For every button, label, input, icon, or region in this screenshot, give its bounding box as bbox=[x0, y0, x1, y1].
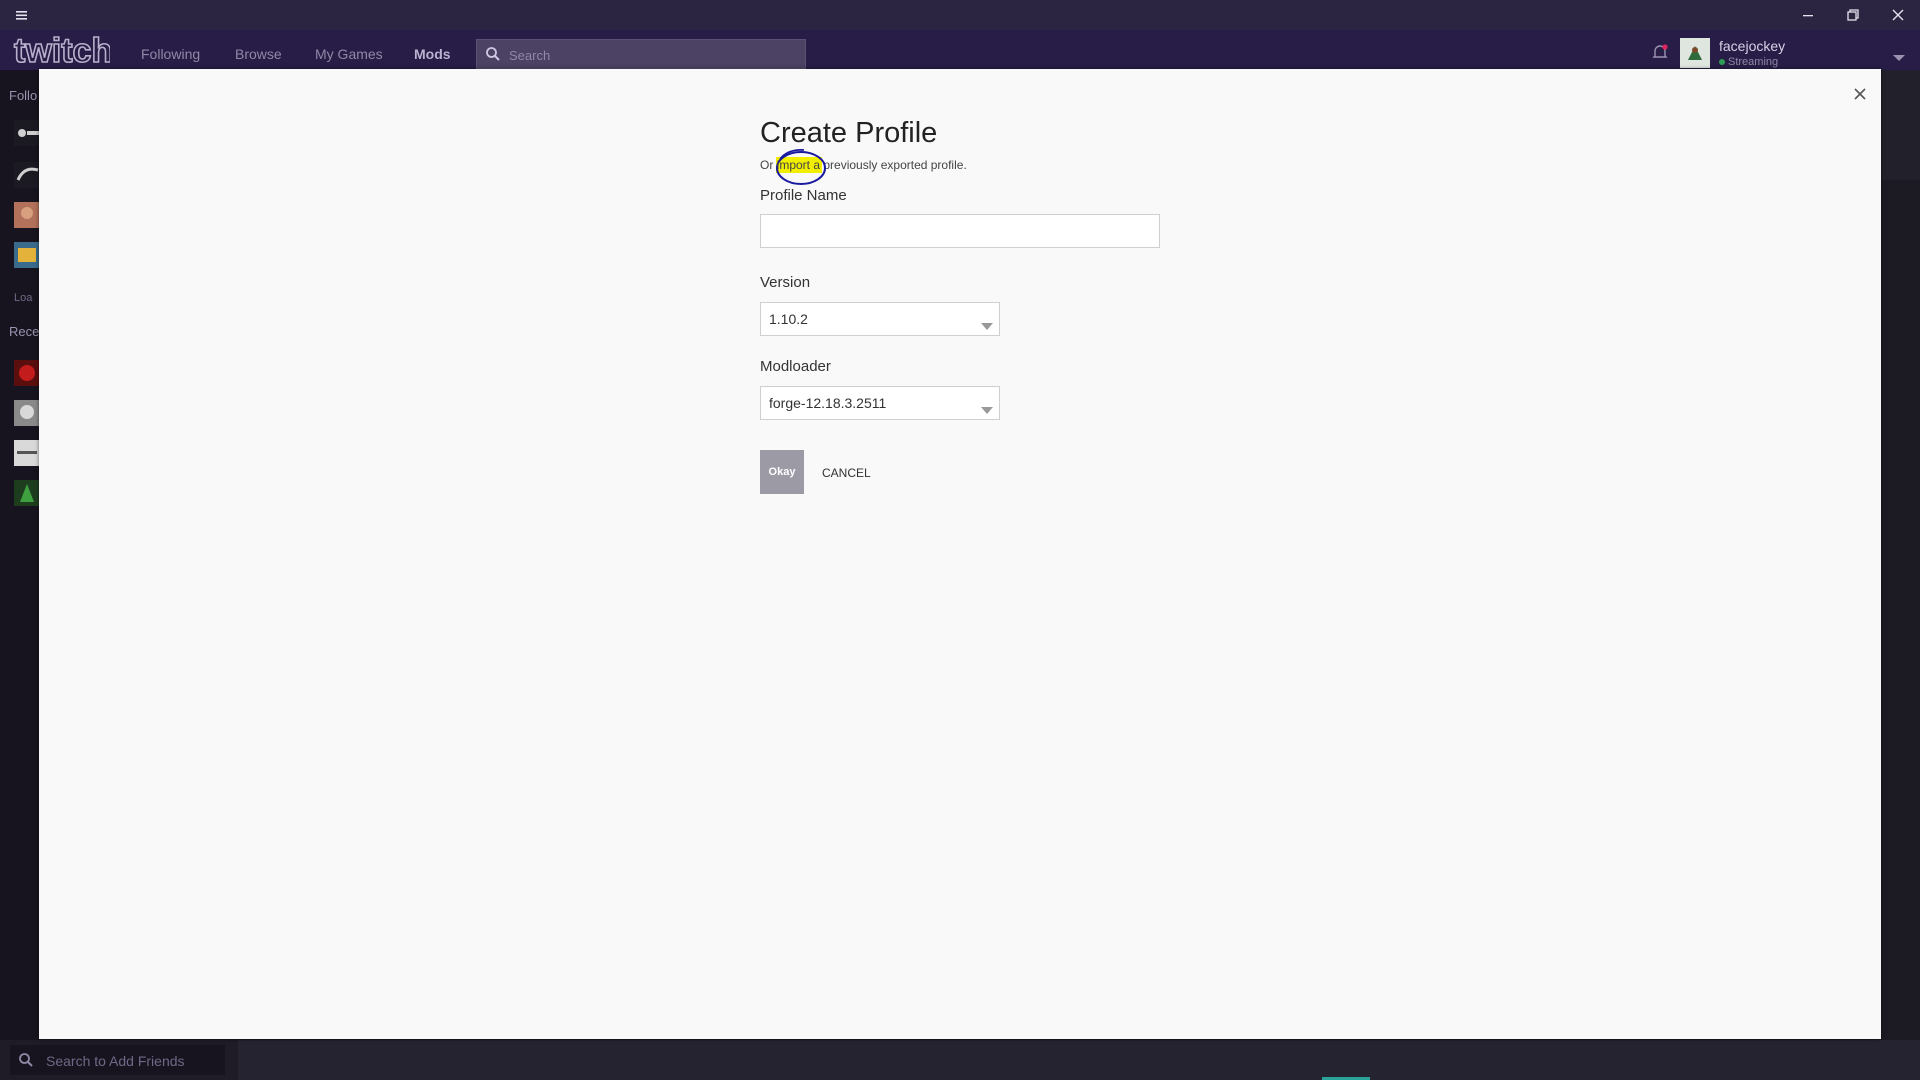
profile-name-label: Profile Name bbox=[760, 187, 847, 204]
search-icon bbox=[485, 46, 501, 62]
friends-bar-area bbox=[238, 1040, 1920, 1080]
username[interactable]: facejockey bbox=[1719, 38, 1785, 54]
import-link-label: import a bbox=[776, 158, 821, 172]
subtitle-suffix: previously exported profile. bbox=[820, 158, 967, 172]
chevron-down-icon bbox=[981, 401, 993, 414]
status-indicator-icon bbox=[1719, 59, 1725, 65]
recent-game-thumbnail[interactable] bbox=[14, 480, 40, 506]
minimize-icon[interactable] bbox=[1798, 5, 1818, 25]
modloader-value: forge-12.18.3.2511 bbox=[769, 395, 887, 411]
recent-game-thumbnail[interactable] bbox=[14, 440, 40, 466]
recent-game-thumbnail[interactable] bbox=[14, 400, 40, 426]
menu-icon[interactable] bbox=[14, 7, 30, 23]
version-select[interactable]: 1.10.2 bbox=[760, 302, 1000, 336]
svg-text:twitch: twitch bbox=[14, 32, 110, 70]
sidebar-following-label: Follo bbox=[9, 88, 38, 103]
user-status: Streaming bbox=[1728, 56, 1779, 68]
search-input[interactable] bbox=[507, 40, 801, 70]
nav-browse[interactable]: Browse bbox=[235, 46, 282, 62]
chevron-down-icon[interactable] bbox=[1892, 50, 1906, 61]
sidebar-recent-label: Rece bbox=[9, 324, 40, 339]
content-panel bbox=[1880, 180, 1920, 1040]
search-icon bbox=[18, 1052, 34, 1068]
import-profile-link[interactable]: import a bbox=[775, 157, 822, 173]
modloader-label: Modloader bbox=[760, 358, 831, 375]
followed-channel-thumbnail[interactable] bbox=[14, 120, 40, 146]
twitch-logo[interactable]: twitch bbox=[12, 31, 113, 71]
modal-title: Create Profile bbox=[760, 117, 938, 149]
profile-name-input[interactable] bbox=[760, 214, 1160, 248]
nav-my-games[interactable]: My Games bbox=[315, 46, 383, 62]
content-background bbox=[1880, 70, 1920, 1040]
okay-button[interactable]: Okay bbox=[760, 450, 804, 494]
notification-bell-icon[interactable] bbox=[1650, 42, 1670, 62]
restore-icon[interactable] bbox=[1843, 5, 1863, 25]
friends-bar bbox=[0, 1040, 1920, 1080]
chevron-down-icon bbox=[981, 317, 993, 330]
window-titlebar bbox=[0, 0, 1920, 30]
modal-subtitle: Or import a previously exported profile. bbox=[760, 157, 967, 173]
nav-mods[interactable]: Mods bbox=[414, 46, 451, 62]
followed-channel-thumbnail[interactable] bbox=[14, 202, 40, 228]
modloader-select[interactable]: forge-12.18.3.2511 bbox=[760, 386, 1000, 420]
cancel-button[interactable]: CANCEL bbox=[822, 466, 871, 480]
close-window-icon[interactable] bbox=[1888, 5, 1908, 25]
followed-channel-thumbnail[interactable] bbox=[14, 162, 40, 188]
recent-game-thumbnail[interactable] bbox=[14, 360, 40, 386]
create-profile-modal: Create Profile Or import a previously ex… bbox=[39, 69, 1881, 1039]
close-icon[interactable] bbox=[1849, 83, 1871, 105]
followed-channel-thumbnail[interactable] bbox=[14, 242, 40, 268]
top-nav: twitch Following Browse My Games Mods fa… bbox=[0, 30, 1920, 71]
friends-search-input[interactable] bbox=[44, 1049, 218, 1073]
version-value: 1.10.2 bbox=[769, 311, 808, 327]
search-bar[interactable] bbox=[476, 39, 806, 70]
following-sidebar: Follo Loa Rece bbox=[0, 70, 40, 1040]
nav-following[interactable]: Following bbox=[141, 46, 200, 62]
version-label: Version bbox=[760, 274, 811, 291]
friends-search[interactable] bbox=[10, 1045, 225, 1075]
sidebar-loading-label: Loa bbox=[14, 292, 33, 304]
avatar[interactable] bbox=[1680, 38, 1710, 68]
